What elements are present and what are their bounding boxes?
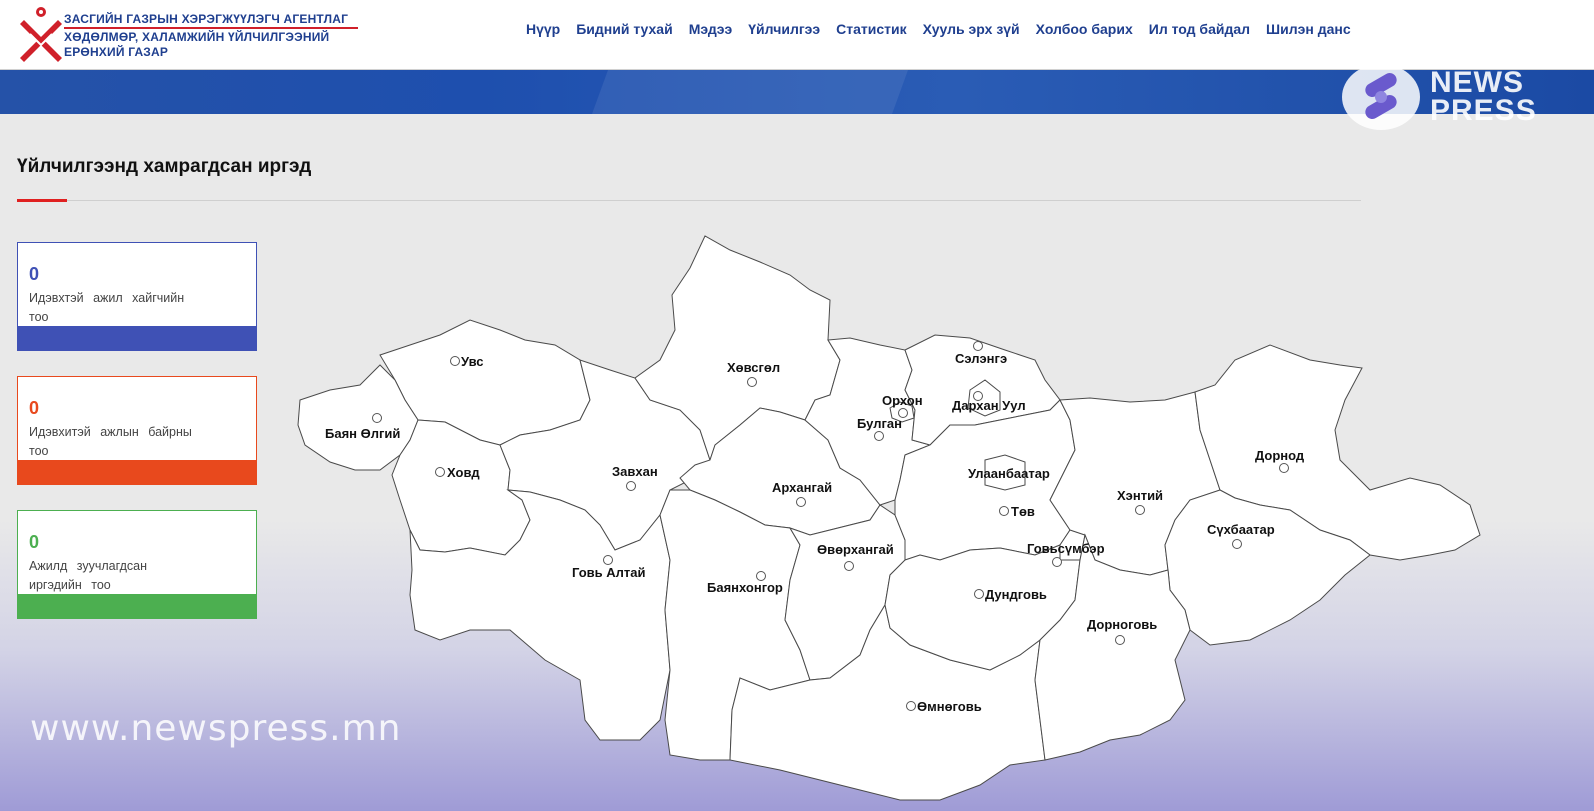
section-title: Үйлчилгээнд хамрагдсан иргэд bbox=[17, 156, 312, 177]
newspress-text-press: PRESS bbox=[1430, 94, 1537, 127]
nav-statistics[interactable]: Статистик bbox=[836, 21, 906, 41]
nav-news[interactable]: Мэдээ bbox=[689, 21, 733, 41]
main-nav: Нүүр Бидний тухай Мэдээ Үйлчилгээ Статис… bbox=[526, 21, 1351, 41]
stat-value: 0 bbox=[29, 532, 40, 552]
section-divider bbox=[17, 200, 1361, 201]
stat-card-placed-citizens: 0 Ажилд зуучлагдсан иргэдийн тоо bbox=[17, 510, 257, 619]
stat-value: 0 bbox=[29, 398, 40, 418]
nav-contact[interactable]: Холбоо барих bbox=[1036, 21, 1133, 41]
stat-label: Ажилд зуучлагдсан иргэдийн тоо bbox=[29, 559, 147, 592]
stat-color-bar bbox=[18, 326, 256, 350]
nav-home[interactable]: Нүүр bbox=[526, 21, 560, 41]
banner-highlight bbox=[591, 70, 909, 114]
stat-card-active-job-seekers: 0 Идэвхтэй ажил хайгчийн тоо bbox=[17, 242, 257, 351]
section-accent-bar bbox=[17, 199, 67, 202]
org-emblem-icon bbox=[20, 7, 62, 62]
nav-services[interactable]: Үйлчилгээ bbox=[748, 21, 820, 41]
newspress-logo-icon bbox=[1342, 64, 1420, 130]
org-name-divider bbox=[64, 27, 358, 29]
stat-color-bar bbox=[18, 594, 256, 618]
org-name-line1: ЗАСГИЙН ГАЗРЫН ХЭРЭГЖҮҮЛЭГЧ АГЕНТЛАГ bbox=[64, 12, 349, 26]
org-name-line3-text: ЕРӨНХИЙ ГАЗАР bbox=[64, 45, 169, 59]
newspress-watermark: www.newspress.mn bbox=[30, 708, 402, 749]
stat-value: 0 bbox=[29, 264, 40, 284]
province-ulaanbaatar[interactable] bbox=[984, 454, 1026, 491]
org-name-line2-text: ХӨДӨЛМӨР, ХАЛАМЖИЙН ҮЙЛЧИЛГЭЭНИЙ bbox=[64, 30, 330, 44]
org-logo[interactable]: ЗАСГИЙН ГАЗРЫН ХЭРЭГЖҮҮЛЭГЧ АГЕНТЛАГ ХӨД… bbox=[20, 4, 360, 64]
stat-color-bar bbox=[18, 460, 256, 484]
nav-glass-account[interactable]: Шилэн данс bbox=[1266, 21, 1351, 41]
newspress-mark-icon bbox=[1365, 73, 1397, 119]
nav-transparency[interactable]: Ил тод байдал bbox=[1149, 21, 1250, 41]
nav-about[interactable]: Бидний тухай bbox=[576, 21, 672, 41]
stat-label: Идэвхитэй ажлын байрны тоо bbox=[29, 425, 192, 458]
nav-legal[interactable]: Хууль эрх зүй bbox=[923, 21, 1020, 41]
org-name-line2: ХӨДӨЛМӨР, ХАЛАМЖИЙН ҮЙЛЧИЛГЭЭНИЙ ЕРӨНХИЙ… bbox=[64, 30, 329, 60]
stat-label: Идэвхтэй ажил хайгчийн тоо bbox=[29, 291, 185, 324]
newspress-logo: NEWS PRESS bbox=[1342, 64, 1542, 136]
site-header: ЗАСГИЙН ГАЗРЫН ХЭРЭГЖҮҮЛЭГЧ АГЕНТЛАГ ХӨД… bbox=[0, 0, 1594, 70]
stat-card-active-vacancies: 0 Идэвхитэй ажлын байрны тоо bbox=[17, 376, 257, 485]
